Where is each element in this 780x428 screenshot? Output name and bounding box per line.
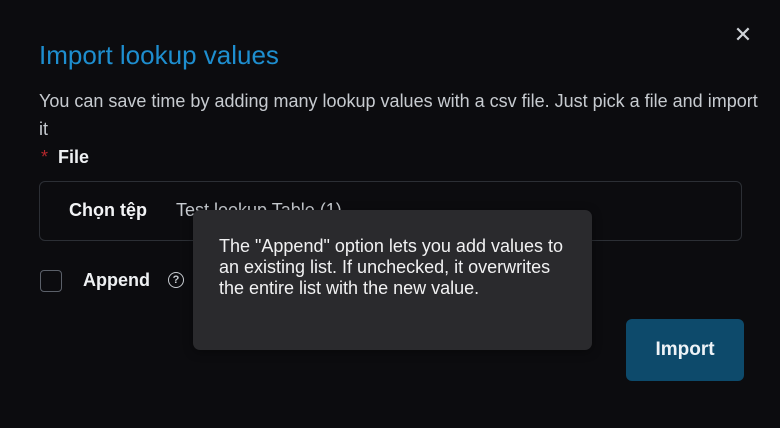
import-button[interactable]: Import: [626, 319, 744, 381]
tooltip-text: The "Append" option lets you add values …: [219, 236, 564, 298]
append-tooltip: The "Append" option lets you add values …: [193, 210, 592, 350]
append-label[interactable]: Append: [83, 270, 150, 291]
close-icon[interactable]: ✕: [732, 24, 754, 46]
dialog-title: Import lookup values: [39, 40, 279, 70]
required-mark: *: [41, 147, 49, 167]
choose-file-button[interactable]: Chọn tệp: [69, 200, 147, 221]
dialog-description: You can save time by adding many lookup …: [39, 91, 758, 139]
file-field-label: * File: [41, 147, 89, 168]
help-icon[interactable]: ?: [168, 272, 184, 288]
append-checkbox[interactable]: [40, 270, 62, 292]
file-label-text: File: [58, 147, 90, 167]
import-dialog: ✕ Import lookup values You can save time…: [0, 0, 780, 428]
